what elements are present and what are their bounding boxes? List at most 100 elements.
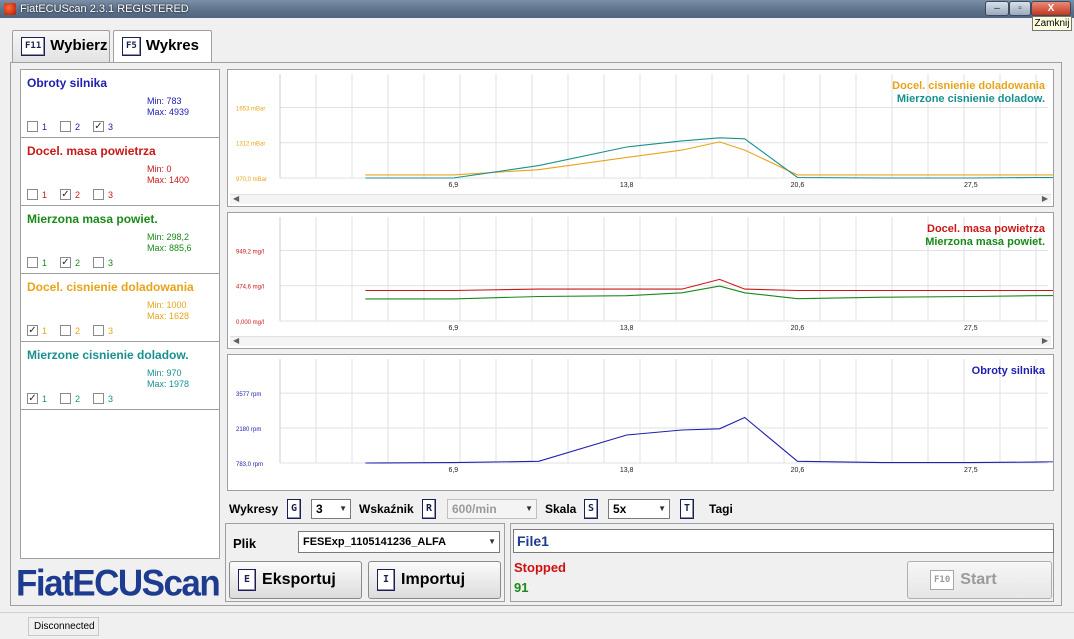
x-tick-label: 27,5 [964,182,978,189]
sensor-min: Min: 0 [147,164,172,174]
file-select[interactable]: FESExp_1105141236_ALFA ▼ [298,531,500,553]
sensor-item: Mierzona masa powiet. Min: 298,2 Max: 885,… [21,206,219,274]
chart-3-checkbox[interactable] [93,257,104,268]
sample-count: 91 [514,580,529,595]
tab-wykres-label: Wykres [145,37,199,54]
chart-3-checkbox[interactable] [93,325,104,336]
chart-2-checkbox[interactable]: ✓ [60,257,71,268]
chart-3-checkbox[interactable] [93,393,104,404]
sensor-name: Mierzona masa powiet. [27,212,158,226]
skala-select[interactable]: 5x ▼ [608,499,670,519]
chart-3-checkbox[interactable] [93,189,104,200]
legend-entry: Obroty silnika [971,365,1045,377]
tab-wykres[interactable]: F5 Wykres [113,30,212,63]
checkbox-label: 2 [75,326,81,336]
import-label: Importuj [401,571,466,588]
sensor-max: Max: 1978 [147,379,190,389]
chevron-down-icon: ▼ [339,504,347,513]
chart-1-scrollbar[interactable]: ◀ ▶ [230,194,1051,204]
checkbox-label: 3 [108,394,114,404]
wykresy-key: G [287,499,302,519]
plik-label: Plik [233,536,257,551]
app-logo: FiatECUScan [16,563,221,604]
x-tick-label: 20,6 [791,325,805,332]
scroll-right-icon[interactable]: ▶ [1042,194,1048,203]
chevron-down-icon: ▼ [525,504,533,513]
wskaznik-select[interactable]: 600/min ▼ [447,499,537,519]
filename-field[interactable]: File1 [513,529,1054,553]
tagi-label[interactable]: Tagi [709,502,733,516]
recording-panel: File1 Stopped 91 F10 Start [510,523,1054,602]
y-tick-label: 2180 rpm [236,427,261,433]
sensor-item: Obroty silnika Min: 783 Max: 4939 1 2 ✓ 3 [21,70,219,138]
close-tooltip: Zamknij [1032,16,1072,31]
sensor-max: Max: 1628 [147,311,190,321]
tab-wybierz-label: Wybierz [50,37,108,54]
scroll-right-icon[interactable]: ▶ [1042,336,1048,345]
chart-2-checkbox[interactable]: ✓ [60,189,71,200]
file-panel: Plik FESExp_1105141236_ALFA ▼ E Eksportuj … [225,523,505,602]
chart-2-checkbox[interactable] [60,325,71,336]
wykresy-label: Wykresy [229,502,279,516]
x-tick-label: 20,6 [791,467,805,474]
wskaznik-value: 600/min [452,502,497,516]
file-select-value: FESExp_1105141236_ALFA [303,536,447,548]
chart-1-checkbox[interactable]: ✓ [27,325,38,336]
app-icon [4,3,16,15]
maximize-button[interactable]: ▫ [1009,1,1031,16]
scroll-left-icon[interactable]: ◀ [233,336,239,345]
sensor-min: Min: 298,2 [147,232,190,242]
scroll-left-icon[interactable]: ◀ [233,194,239,203]
status-bar: Disconnected [0,612,1074,639]
chart-engine-rpm: 783,0 rpm 2180 rpm 3577 rpm 6,9 13,8 20,6 27,5… [227,354,1054,491]
chart-1-checkbox[interactable]: ✓ [27,393,38,404]
chart-2-checkbox[interactable] [60,121,71,132]
sensor-max: Max: 1400 [147,175,190,185]
checkbox-label: 1 [42,394,48,404]
series-line [365,285,1053,300]
checkbox-label: 2 [75,122,81,132]
chart-2-legend: Docel. masa powietrza Mierzona masa powie… [925,223,1045,249]
tab-wybierz[interactable]: F11 Wybierz [12,30,110,62]
sensor-list: Obroty silnika Min: 783 Max: 4939 1 2 ✓ 3 Docel… [20,69,220,559]
close-button[interactable]: X [1031,1,1071,16]
export-button[interactable]: E Eksportuj [229,561,362,599]
chart-1-checkbox[interactable] [27,189,38,200]
wykresy-select[interactable]: 3 ▼ [311,499,351,519]
import-button[interactable]: I Importuj [368,561,501,599]
wskaznik-key: R [422,499,437,519]
chart-1-checkbox[interactable] [27,257,38,268]
y-tick-label: 1312 mBar [236,142,265,148]
sensor-min: Min: 970 [147,368,182,378]
y-tick-label: 970,0 mBar [236,177,267,183]
checkbox-label: 3 [108,258,114,268]
chart-air-mass: 0,000 mg/l 474,6 mg/l 949,2 mg/l 6,9 13,8 20,… [227,212,1054,349]
start-button[interactable]: F10 Start [907,561,1052,599]
sensor-min: Min: 1000 [147,300,187,310]
chart-2-scrollbar[interactable]: ◀ ▶ [230,336,1051,346]
checkbox-label: 3 [108,190,114,200]
sensor-item: Docel. masa powietrza Min: 0 Max: 1400 1 ✓ 2 3 [21,138,219,206]
x-tick-label: 6,9 [448,182,458,189]
sensor-max: Max: 885,6 [147,243,192,253]
chart-1-checkbox[interactable] [27,121,38,132]
chevron-down-icon: ▼ [486,532,496,552]
chart-2-checkbox[interactable] [60,393,71,404]
checkbox-label: 1 [42,190,48,200]
sensor-min: Min: 783 [147,96,182,106]
start-key: F10 [930,569,955,590]
import-key: I [377,568,396,591]
y-tick-label: 1653 mBar [236,107,265,113]
chart-3-checkbox[interactable]: ✓ [93,121,104,132]
tab-wykres-key: F5 [122,36,141,56]
window-title: FiatECUScan 2.3.1 REGISTERED [20,3,189,15]
legend-entry: Docel. masa powietrza [927,223,1045,235]
connection-status: Disconnected [28,617,99,636]
minimize-button[interactable]: – [985,1,1009,16]
skala-label: Skala [545,502,577,516]
y-tick-label: 0,000 mg/l [236,320,264,326]
skala-key: S [584,499,599,519]
tagi-key[interactable]: T [680,499,695,519]
legend-entry: Mierzona masa powiet. [925,236,1045,248]
chart-boost-pressure: 970,0 mBar 1312 mBar 1653 mBar 6,9 13,8 20,6 2… [227,69,1054,207]
